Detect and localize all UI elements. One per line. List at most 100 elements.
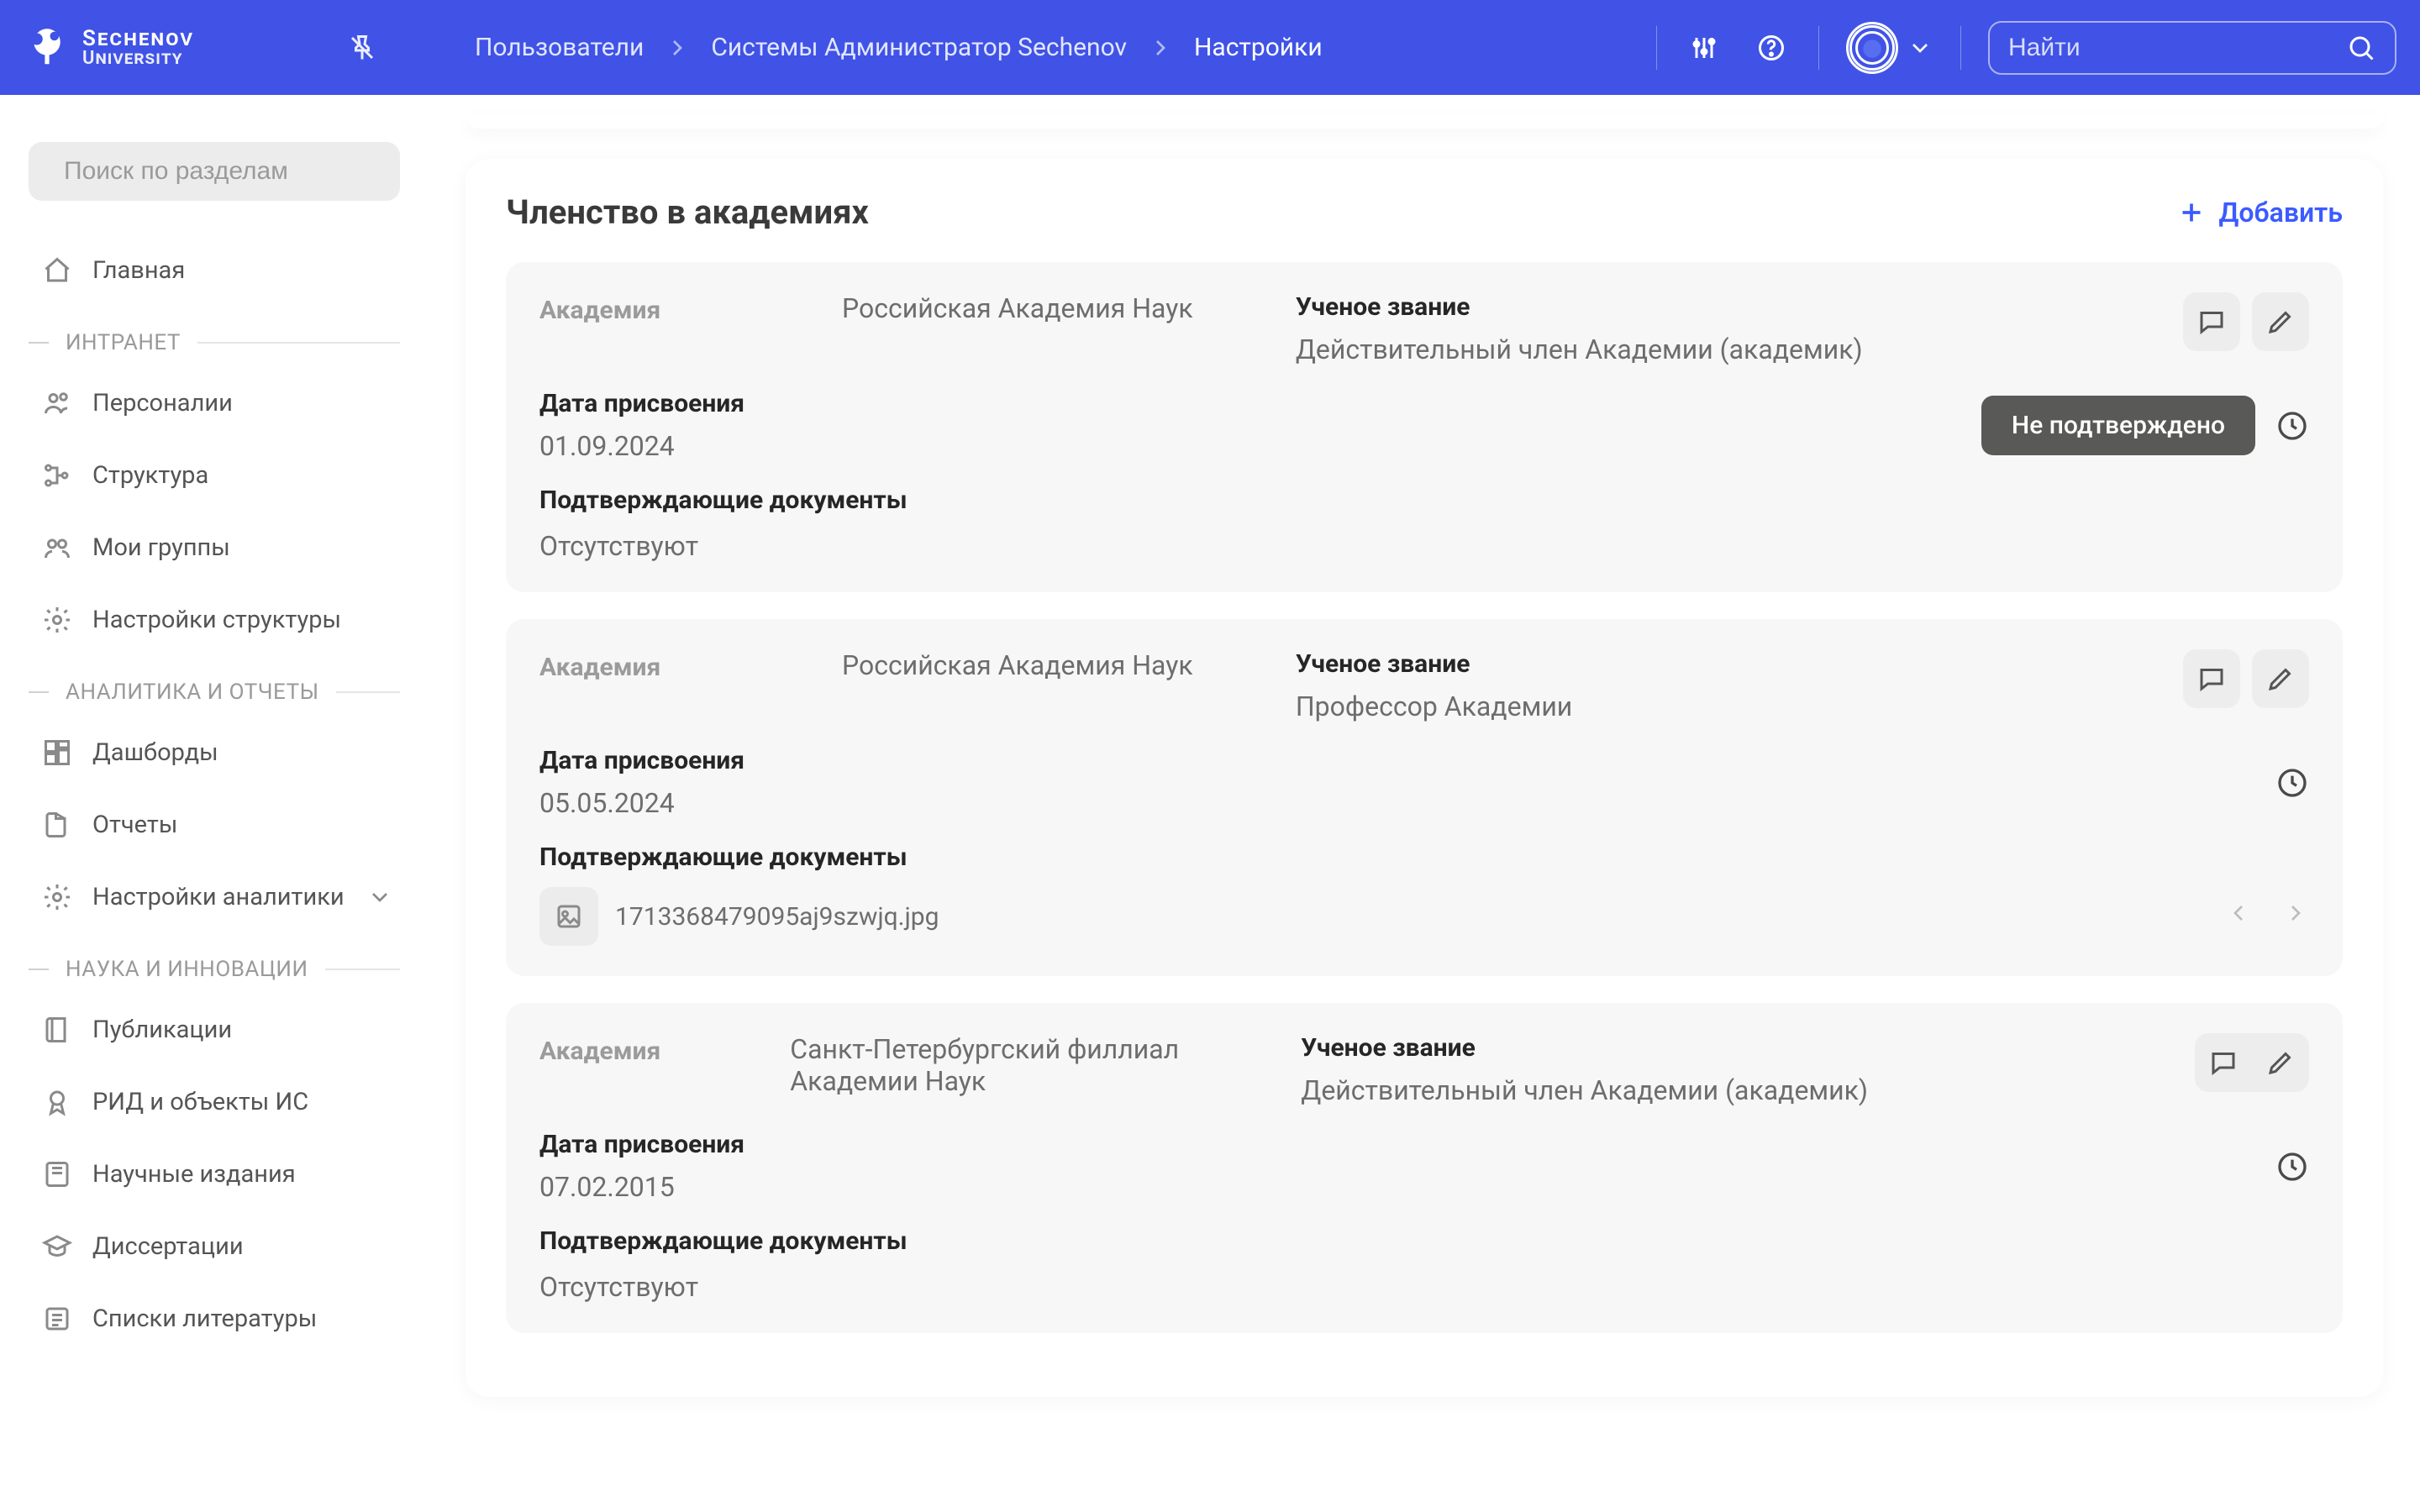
doc-filename[interactable]: 1713368479095aj9szwjq.jpg [615, 902, 939, 932]
divider [1656, 26, 1657, 70]
avatar-icon [1846, 22, 1898, 74]
crumb-settings[interactable]: Настройки [1194, 33, 1323, 62]
nav-structure-settings[interactable]: Настройки структуры [20, 584, 408, 656]
nav-label: Настройки структуры [92, 606, 341, 634]
label-academy: Академия [539, 292, 808, 365]
image-icon [554, 901, 584, 932]
comment-button[interactable] [2183, 649, 2240, 708]
label-academy: Академия [539, 1033, 756, 1106]
nav-group-analytics: АНАЛИТИКА И ОТЧЕТЫ [29, 680, 400, 705]
chevron-down-icon [1907, 34, 1933, 61]
pencil-icon [2265, 664, 2296, 694]
book-icon [42, 1015, 72, 1045]
clock-icon[interactable] [2275, 409, 2309, 443]
label-rank: Ученое звание [1296, 649, 2149, 679]
nav-home[interactable]: Главная [20, 234, 408, 307]
membership-card: Академия Российская Академия Наук Ученое… [506, 262, 2343, 592]
nav-label: Настройки аналитики [92, 883, 345, 911]
label-rank: Ученое звание [1301, 1033, 2161, 1063]
tree-icon [42, 460, 72, 491]
doc-next[interactable] [2282, 900, 2309, 933]
nav-label: Мои группы [92, 533, 230, 562]
report-icon [42, 810, 72, 840]
value-docs-none: Отсутствуют [539, 1271, 2309, 1303]
crumb-users[interactable]: Пользователи [475, 33, 644, 62]
status-pill: Не подтверждено [1981, 396, 2255, 455]
nav-dashboards[interactable]: Дашборды [20, 717, 408, 789]
sliders-icon [1689, 33, 1719, 63]
nav-publications[interactable]: Публикации [20, 994, 408, 1066]
nav-label: Главная [92, 256, 185, 285]
global-search-input[interactable] [2008, 34, 2333, 62]
nav-label: Списки литературы [92, 1305, 317, 1333]
value-docs-none: Отсутствуют [539, 530, 2309, 562]
comment-button[interactable] [2183, 292, 2240, 351]
value-academy: Российская Академия Наук [842, 649, 1193, 722]
nav-journals[interactable]: Научные издания [20, 1138, 408, 1210]
value-rank: Действительный член Академии (академик) [1296, 333, 2149, 365]
nav-ip[interactable]: РИД и объекты ИС [20, 1066, 408, 1138]
logo[interactable]: Sechenov University [24, 24, 194, 71]
membership-panel: Членство в академиях Добавить Академия Р… [466, 159, 2383, 1397]
add-button[interactable]: Добавить [2176, 197, 2343, 228]
dashboard-icon [42, 738, 72, 768]
journal-icon [42, 1159, 72, 1189]
edit-button[interactable] [2252, 649, 2309, 708]
nav-label: Публикации [92, 1016, 232, 1044]
sidebar-search-input[interactable] [64, 157, 388, 186]
edit-button[interactable] [2252, 1033, 2309, 1092]
nav-dissertations[interactable]: Диссертации [20, 1210, 408, 1283]
value-academy: Российская Академия Наук [842, 292, 1193, 365]
membership-card: Академия Санкт-Петербургский филлиал Ака… [506, 1003, 2343, 1333]
nav-reports[interactable]: Отчеты [20, 789, 408, 861]
edit-button[interactable] [2252, 292, 2309, 351]
nav-label: Дашборды [92, 738, 218, 767]
chevron-right-icon [1147, 34, 1174, 61]
doc-thumbnail[interactable] [539, 887, 598, 946]
pencil-icon [2265, 1047, 2296, 1078]
pin-toggle[interactable] [342, 28, 382, 68]
value-date: 07.02.2015 [539, 1171, 2242, 1203]
nav-personas[interactable]: Персоналии [20, 367, 408, 439]
help-button[interactable] [1751, 28, 1791, 68]
nav-group-title: НАУКА И ИННОВАЦИИ [66, 957, 308, 982]
nav-group-title: АНАЛИТИКА И ОТЧЕТЫ [66, 680, 319, 705]
comment-icon [2208, 1047, 2238, 1078]
nav-group-science: НАУКА И ИННОВАЦИИ [29, 957, 400, 982]
sidebar: Главная ИНТРАНЕТ Персоналии Структура Мо… [0, 95, 429, 1512]
label-rank: Ученое звание [1296, 292, 2149, 322]
search-icon [2346, 33, 2376, 63]
tree-logo-icon [24, 24, 71, 71]
nav-label: Отчеты [92, 811, 177, 839]
nav-analytics-settings[interactable]: Настройки аналитики [20, 861, 408, 933]
label-date: Дата присвоения [539, 1130, 2242, 1159]
value-date: 01.09.2024 [539, 430, 1948, 462]
adjust-button[interactable] [1684, 28, 1724, 68]
crumb-admin[interactable]: Системы Администратор Sechenov [711, 33, 1127, 62]
panel-title: Членство в академиях [506, 192, 869, 232]
divider [1818, 26, 1819, 70]
chevron-right-icon [2282, 900, 2309, 927]
chevron-left-icon [2225, 900, 2252, 927]
gear-icon [42, 882, 72, 912]
nav-label: Структура [92, 461, 208, 490]
nav-structure[interactable]: Структура [20, 439, 408, 512]
plus-icon [2176, 197, 2207, 228]
clock-icon[interactable] [2275, 766, 2309, 800]
nav-bibliography[interactable]: Списки литературы [20, 1283, 408, 1355]
global-search[interactable] [1988, 21, 2396, 75]
users-icon [42, 388, 72, 418]
breadcrumbs: Пользователи Системы Администратор Seche… [475, 33, 1323, 62]
nav-group-title: ИНТРАНЕТ [66, 330, 181, 355]
nav-groups[interactable]: Мои группы [20, 512, 408, 584]
logo-line2: University [82, 50, 194, 68]
sidebar-search[interactable] [29, 142, 400, 201]
user-menu[interactable] [1846, 22, 1933, 74]
comment-button[interactable] [2195, 1033, 2252, 1092]
award-icon [42, 1087, 72, 1117]
topbar: Sechenov University Пользователи Системы… [0, 0, 2420, 95]
nav-label: Научные издания [92, 1160, 296, 1189]
doc-prev[interactable] [2225, 900, 2252, 933]
comment-icon [2196, 664, 2227, 694]
clock-icon[interactable] [2275, 1150, 2309, 1184]
